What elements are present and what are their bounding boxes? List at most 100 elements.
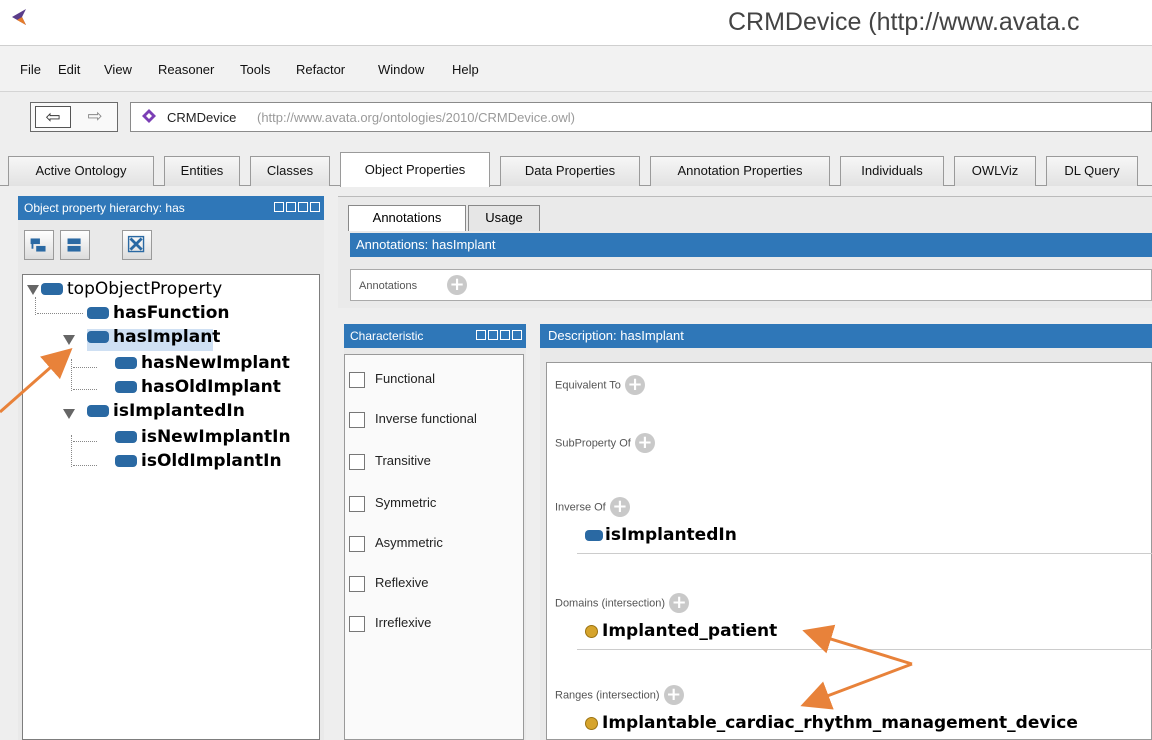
object-property-icon — [87, 331, 109, 343]
maximize-view-icon[interactable] — [500, 330, 510, 340]
menu-view[interactable]: View — [104, 62, 132, 77]
add-sub-property-icon — [30, 238, 46, 252]
add-domain-icon[interactable]: + — [669, 593, 690, 613]
tab-classes[interactable]: Classes — [250, 156, 330, 186]
expand-toggle-icon[interactable] — [63, 335, 75, 345]
expand-toggle-icon[interactable] — [27, 285, 39, 295]
tree-node-isnewimplantin[interactable]: isNewImplantIn — [115, 427, 291, 447]
delete-property-icon — [127, 235, 145, 253]
tab-individuals[interactable]: Individuals — [840, 156, 944, 186]
tab-data-properties[interactable]: Data Properties — [500, 156, 640, 186]
tree-node-isoldimplantin[interactable]: isOldImplantIn — [115, 451, 282, 471]
inverse-functional-checkbox[interactable] — [349, 411, 365, 428]
characteristic-asymmetric[interactable]: Asymmetric — [349, 535, 443, 552]
tab-object-properties[interactable]: Object Properties — [340, 152, 490, 187]
annotations-list: Annotations + — [350, 269, 1152, 301]
add-equivalent-icon[interactable]: + — [625, 375, 645, 395]
description-header: Description: hasImplant — [540, 324, 1152, 348]
tree-node-hasoldimplant[interactable]: hasOldImplant — [115, 377, 281, 397]
class-icon — [585, 716, 598, 730]
split-view-icon[interactable] — [476, 330, 486, 340]
reflexive-checkbox[interactable] — [349, 575, 365, 592]
add-sibling-property-icon — [67, 238, 81, 252]
close-view-icon[interactable] — [512, 330, 522, 340]
protege-logo-icon — [12, 9, 26, 25]
tree-node-isimplantedin[interactable]: isImplantedIn — [87, 401, 245, 421]
object-property-hierarchy-panel: Object property hierarchy: has topObject… — [18, 196, 324, 740]
subtab-annotations[interactable]: Annotations — [348, 205, 466, 231]
characteristic-transitive[interactable]: Transitive — [349, 453, 431, 470]
tree-node-topobjectproperty[interactable]: topObjectProperty — [41, 279, 222, 299]
transitive-checkbox[interactable] — [349, 453, 365, 470]
characteristic-functional[interactable]: Functional — [349, 371, 435, 388]
ranges-section: Ranges (intersection) + — [555, 685, 684, 705]
asymmetric-checkbox[interactable] — [349, 535, 365, 552]
hierarchy-title: Object property hierarchy: has — [24, 201, 185, 215]
tab-active-ontology[interactable]: Active Ontology — [8, 156, 154, 186]
split-view-icon[interactable] — [274, 202, 284, 212]
functional-checkbox[interactable] — [349, 371, 365, 388]
close-view-icon[interactable] — [310, 202, 320, 212]
menu-file[interactable]: File — [20, 62, 41, 77]
object-property-icon — [87, 405, 109, 417]
forward-button[interactable]: ⇨ — [77, 106, 113, 128]
menu-tools[interactable]: Tools — [240, 62, 270, 77]
object-property-icon — [41, 283, 63, 295]
object-property-icon — [115, 357, 137, 369]
characteristic-irreflexive[interactable]: Irreflexive — [349, 615, 431, 632]
annotations-panel: Annotations Usage Annotations: hasImplan… — [338, 196, 1152, 308]
hierarchy-panel-header: Object property hierarchy: has — [18, 196, 324, 220]
subproperty-of-section: SubProperty Of + — [555, 433, 655, 453]
equivalent-to-section: Equivalent To + — [555, 375, 645, 395]
menu-window[interactable]: Window — [378, 62, 424, 77]
characteristics-header: Characteristic — [344, 324, 526, 348]
range-class-item[interactable]: Implantable_cardiac_rhythm_management_de… — [585, 713, 1078, 733]
active-ontology-selector[interactable]: CRMDevice (http://www.avata.org/ontologi… — [130, 102, 1152, 132]
back-button[interactable]: ⇦ — [35, 106, 71, 128]
domains-section: Domains (intersection) + — [555, 593, 690, 613]
characteristic-symmetric[interactable]: Symmetric — [349, 495, 436, 512]
maximize-view-icon[interactable] — [298, 202, 308, 212]
delete-property-button[interactable] — [122, 230, 152, 260]
minimize-view-icon[interactable] — [488, 330, 498, 340]
characteristic-reflexive[interactable]: Reflexive — [349, 575, 428, 592]
menu-refactor[interactable]: Refactor — [296, 62, 345, 77]
object-property-icon — [115, 381, 137, 393]
expand-toggle-icon[interactable] — [63, 409, 75, 419]
tree-node-hasfunction[interactable]: hasFunction — [87, 303, 229, 323]
ontology-name: CRMDevice — [167, 110, 237, 125]
add-superproperty-icon[interactable]: + — [634, 433, 655, 453]
annotations-header: Annotations: hasImplant — [350, 233, 1152, 257]
class-icon — [585, 624, 598, 638]
add-inverse-icon[interactable]: + — [609, 497, 630, 517]
minimize-view-icon[interactable] — [286, 202, 296, 212]
menu-reasoner[interactable]: Reasoner — [158, 62, 214, 77]
add-sibling-property-button[interactable] — [60, 230, 90, 260]
tab-annotation-properties[interactable]: Annotation Properties — [650, 156, 830, 186]
domain-class-item[interactable]: Implanted_patient — [585, 621, 777, 641]
protege-window: CRMDevice (http://www.avata.c File Edit … — [0, 0, 1152, 740]
object-property-icon — [115, 431, 137, 443]
tree-node-hasimplant[interactable]: hasImplant — [87, 327, 220, 347]
tab-owlviz[interactable]: OWLViz — [954, 156, 1036, 186]
irreflexive-checkbox[interactable] — [349, 615, 365, 632]
inverse-property-item[interactable]: isImplantedIn — [585, 525, 737, 545]
menu-edit[interactable]: Edit — [58, 62, 80, 77]
symmetric-checkbox[interactable] — [349, 495, 365, 512]
view-controls — [476, 330, 522, 340]
description-panel: Description: hasImplant Equivalent To + … — [540, 324, 1152, 740]
title-bar: CRMDevice (http://www.avata.c — [0, 0, 1152, 46]
characteristics-list: Functional Inverse functional Transitive… — [344, 354, 524, 740]
add-annotation-icon[interactable]: + — [447, 275, 467, 295]
menu-help[interactable]: Help — [452, 62, 479, 77]
object-property-icon — [585, 529, 603, 541]
characteristic-inverse-functional[interactable]: Inverse functional — [349, 411, 477, 428]
subtab-usage[interactable]: Usage — [468, 205, 540, 231]
tab-dl-query[interactable]: DL Query — [1046, 156, 1138, 186]
tab-entities[interactable]: Entities — [164, 156, 240, 186]
view-controls — [274, 202, 320, 212]
add-sub-property-button[interactable] — [24, 230, 54, 260]
add-range-icon[interactable]: + — [663, 685, 684, 705]
inverse-of-section: Inverse Of + — [555, 497, 630, 517]
tree-node-hasnewimplant[interactable]: hasNewImplant — [115, 353, 290, 373]
